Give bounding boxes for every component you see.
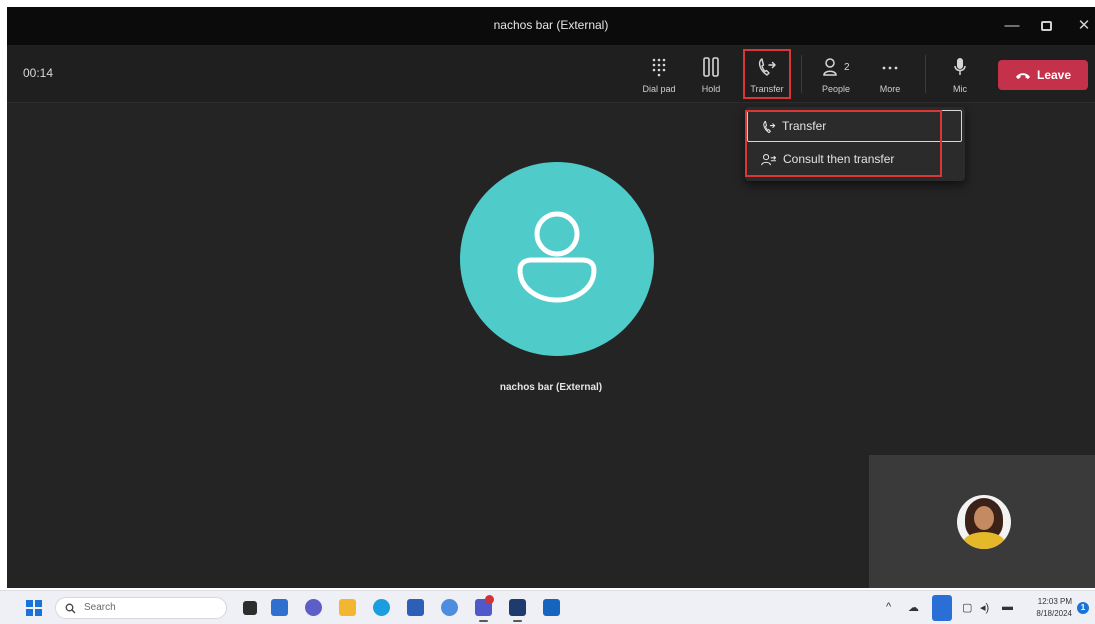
toolbar-divider xyxy=(801,55,802,93)
battery-icon[interactable]: ▬ xyxy=(1002,601,1013,613)
minimize-button[interactable]: — xyxy=(997,13,1027,39)
mic-label: Mic xyxy=(953,84,967,94)
notification-badge[interactable]: 1 xyxy=(1077,602,1089,614)
windows-taskbar: Search ^ ☁ ▢ ◂) ▬ 12:03 PM 8/18/2024 1 xyxy=(0,590,1095,624)
close-button[interactable]: ✕ xyxy=(1069,13,1095,39)
outlook-icon[interactable] xyxy=(543,599,560,616)
search-icon xyxy=(65,603,76,614)
tray-microphone-icon[interactable] xyxy=(932,595,952,621)
hold-button[interactable]: Hold xyxy=(688,45,734,103)
speaker-icon[interactable]: ◂) xyxy=(980,601,989,614)
people-count: 2 xyxy=(843,62,850,73)
self-video-preview xyxy=(869,455,1095,588)
teams-icon[interactable] xyxy=(475,595,494,622)
taskbar-search[interactable]: Search xyxy=(55,597,227,619)
file-explorer-icon[interactable] xyxy=(339,599,356,616)
teams-call-app-icon[interactable] xyxy=(509,599,526,622)
mic-button[interactable]: Mic xyxy=(937,45,983,103)
transfer-menu: Transfer Consult then transfer xyxy=(745,107,965,181)
person-icon xyxy=(517,211,597,303)
people-button[interactable]: 2 People xyxy=(813,45,859,103)
taskbar-clock[interactable]: 12:03 PM 8/18/2024 xyxy=(1026,596,1072,620)
menu-item-label: Consult then transfer xyxy=(783,152,895,166)
callee-name: nachos bar (External) xyxy=(499,382,603,393)
store-icon[interactable] xyxy=(407,599,424,616)
self-avatar xyxy=(957,495,1011,549)
people-icon: 2 xyxy=(813,57,859,81)
callee-avatar xyxy=(460,162,654,356)
cloud-icon[interactable]: ☁ xyxy=(908,601,919,614)
more-button[interactable]: More xyxy=(867,45,913,103)
teams-call-window: nachos bar (External) — ✕ 00:14 Dial pad xyxy=(7,7,1095,588)
transfer-icon xyxy=(763,120,776,133)
dial-pad-button[interactable]: Dial pad xyxy=(636,45,682,103)
menu-item-label: Transfer xyxy=(782,119,827,133)
call-toolbar: 00:14 Dial pad Hold Transfer 2 People Mo… xyxy=(7,45,1095,103)
maximize-icon xyxy=(1040,21,1052,32)
microphone-icon xyxy=(937,57,983,81)
clock-time: 12:03 PM xyxy=(1037,597,1072,606)
pause-icon xyxy=(688,57,734,81)
dialpad-icon xyxy=(636,57,682,81)
title-bar: nachos bar (External) — ✕ xyxy=(7,7,1095,45)
leave-label: Leave xyxy=(1036,68,1072,82)
task-view-icon[interactable] xyxy=(243,601,257,615)
windows-start-icon[interactable] xyxy=(26,600,42,616)
chat-icon[interactable] xyxy=(305,599,322,616)
chevron-up-icon[interactable]: ^ xyxy=(886,601,891,613)
dial-pad-label: Dial pad xyxy=(642,84,676,94)
transfer-icon xyxy=(745,57,789,81)
copilot-icon[interactable] xyxy=(441,599,458,616)
edge-icon[interactable] xyxy=(373,599,390,616)
call-timer: 00:14 xyxy=(23,66,54,80)
clock-date: 8/18/2024 xyxy=(1036,609,1072,618)
consult-transfer-icon xyxy=(761,153,777,166)
maximize-button[interactable] xyxy=(1031,13,1061,39)
more-icon xyxy=(867,57,913,81)
window-title: nachos bar (External) xyxy=(493,18,609,32)
widgets-icon[interactable] xyxy=(271,599,288,616)
leave-button[interactable]: Leave xyxy=(998,60,1088,90)
hang-up-icon xyxy=(1015,73,1030,79)
transfer-button[interactable]: Transfer xyxy=(743,49,791,99)
display-icon[interactable]: ▢ xyxy=(962,601,972,614)
toolbar-divider xyxy=(925,55,926,93)
menu-item-consult-then-transfer[interactable]: Consult then transfer xyxy=(747,144,942,176)
search-placeholder: Search xyxy=(84,602,116,613)
hold-label: Hold xyxy=(701,84,721,94)
transfer-label: Transfer xyxy=(750,84,784,94)
menu-item-transfer[interactable]: Transfer xyxy=(747,110,962,142)
more-label: More xyxy=(879,84,901,94)
teams-badge xyxy=(485,595,494,604)
people-label: People xyxy=(821,84,851,94)
